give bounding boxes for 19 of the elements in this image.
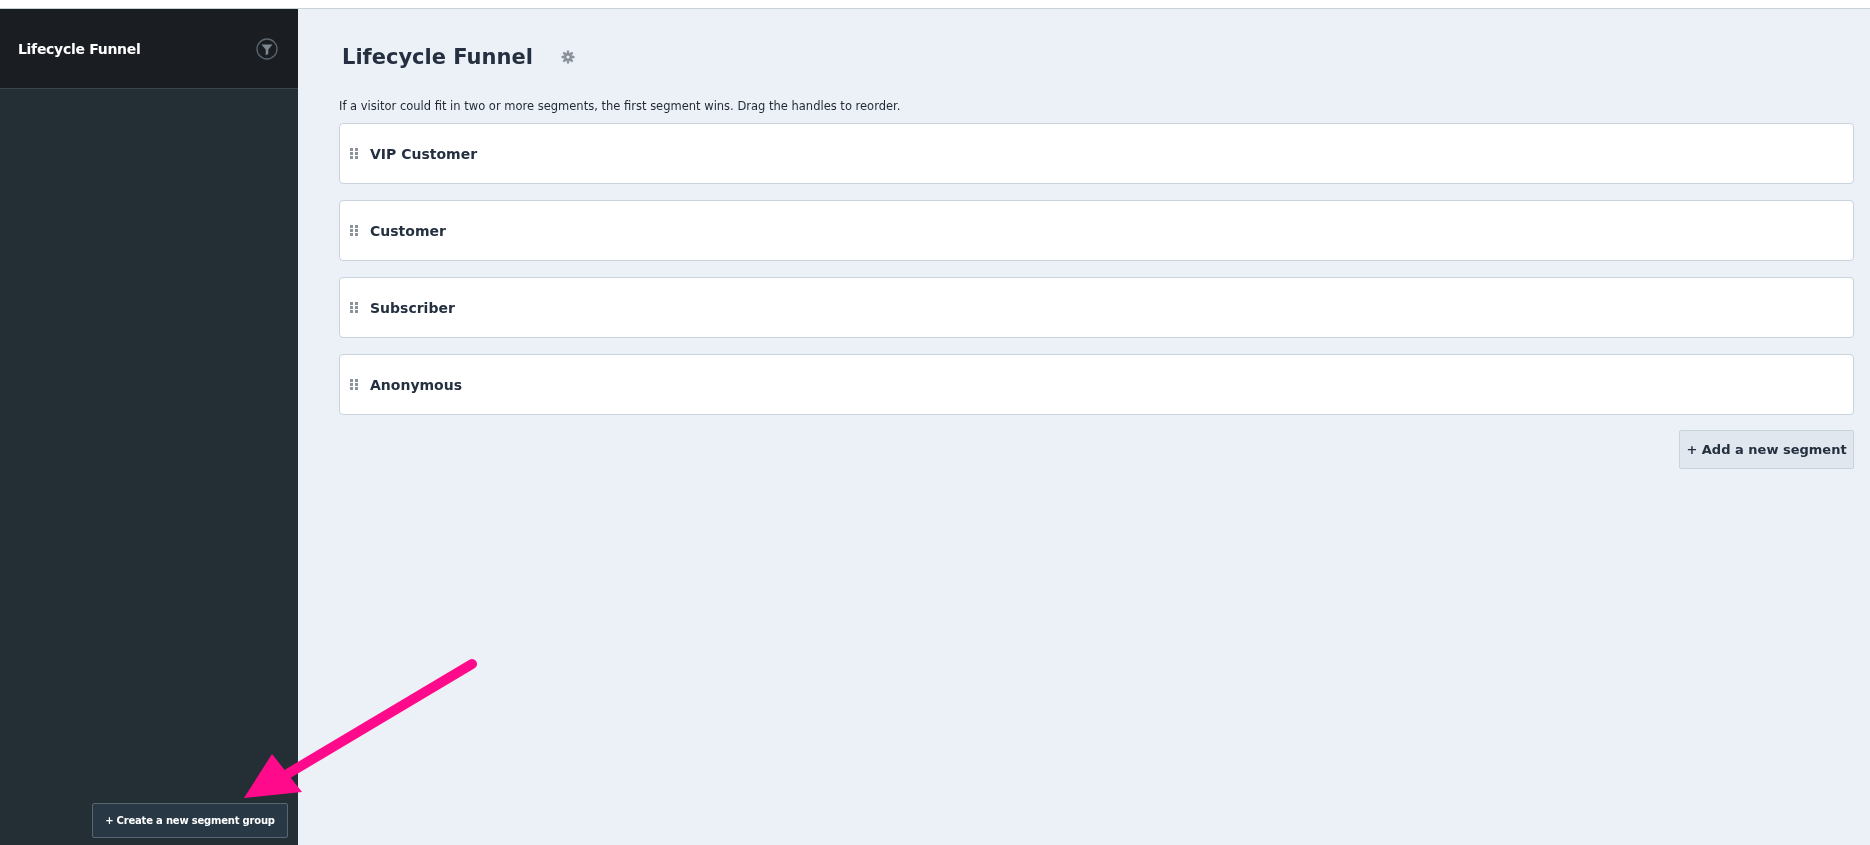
drag-handle-icon[interactable]	[350, 379, 358, 390]
segment-name: Subscriber	[370, 299, 455, 316]
create-segment-group-button[interactable]: + Create a new segment group	[92, 803, 288, 838]
drag-handle-icon[interactable]	[350, 302, 358, 313]
segment-row[interactable]: Subscriber	[339, 277, 1854, 338]
add-segment-button[interactable]: + Add a new segment	[1679, 430, 1854, 469]
filter-icon[interactable]	[256, 37, 278, 60]
settings-icon[interactable]	[560, 50, 575, 64]
sidebar-title: Lifecycle Funnel	[18, 40, 141, 57]
segment-row[interactable]: Customer	[339, 200, 1854, 261]
segment-row[interactable]: Anonymous	[339, 354, 1854, 415]
segment-name: VIP Customer	[370, 145, 478, 162]
description-text: If a visitor could fit in two or more segments, the first segment wins. Drag the handles to reorder.	[339, 99, 902, 113]
segment-name: Customer	[370, 222, 446, 239]
drag-handle-icon[interactable]	[350, 225, 358, 236]
segment-row[interactable]: VIP Customer	[339, 123, 1854, 184]
page-title: Lifecycle Funnel	[342, 45, 533, 69]
drag-handle-icon[interactable]	[350, 148, 358, 159]
segment-name: Anonymous	[370, 376, 463, 393]
